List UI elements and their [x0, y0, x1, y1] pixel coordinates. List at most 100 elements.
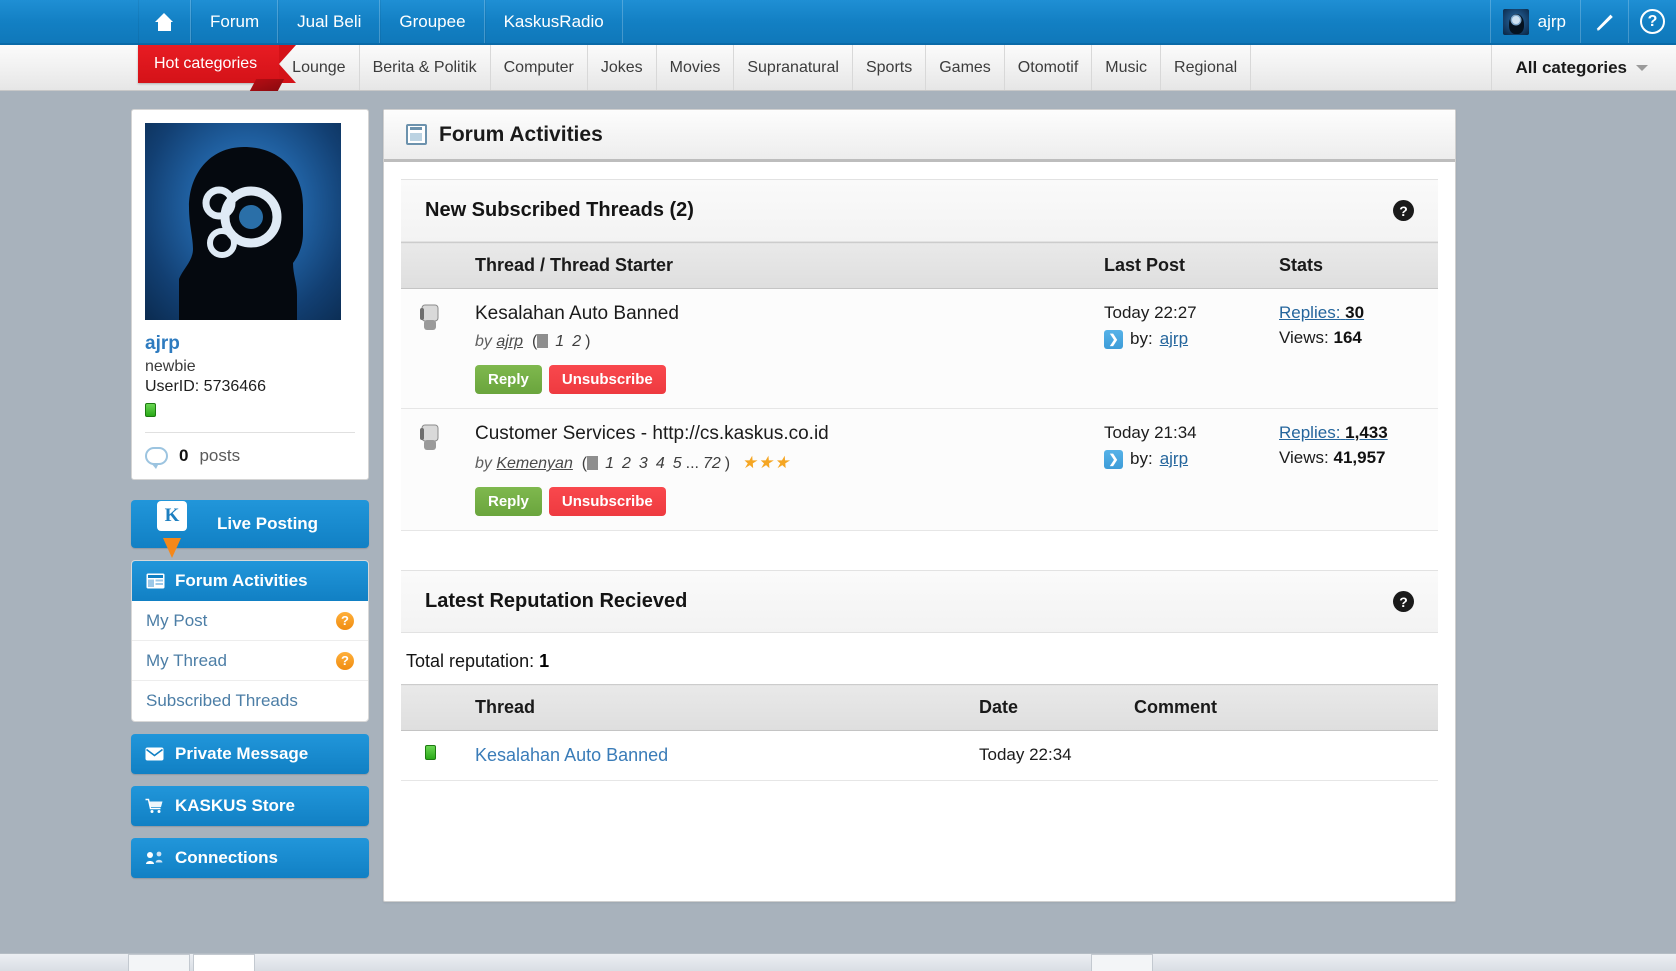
thread-starter-link[interactable]: ajrp [496, 333, 523, 350]
category-berita-politik[interactable]: Berita & Politik [360, 45, 491, 90]
category-otomotif[interactable]: Otomotif [1005, 45, 1093, 90]
unsubscribe-button[interactable]: Unsubscribe [548, 365, 666, 394]
last-post-author-link[interactable]: ajrp [1160, 329, 1188, 349]
avatar-silhouette-icon [179, 147, 303, 320]
page-link-1[interactable]: 1 [601, 455, 618, 472]
thread-title-link[interactable]: Kesalahan Auto Banned [475, 303, 1072, 325]
thread-title-link[interactable]: Customer Services - http://cs.kaskus.co.… [475, 423, 1072, 445]
head-with-gears-avatar[interactable] [145, 123, 341, 320]
page-link-last[interactable]: 72 [699, 455, 725, 472]
replies-row: Replies: 1,433 [1279, 423, 1422, 443]
thread-info-cell: Kesalahan Auto Banned by ajrp (1 2) Reply [459, 288, 1088, 409]
profile-username[interactable]: ajrp [145, 333, 355, 355]
category-regional[interactable]: Regional [1161, 45, 1252, 90]
forum-activities-panel: Forum Activities New Subscribed Threads … [383, 109, 1456, 902]
thread-byline: by Kemenyan (1 2 3 4 5... 72) ★★★ [475, 453, 1072, 473]
category-games[interactable]: Games [926, 45, 1005, 90]
taskbar-spacer [258, 954, 1088, 971]
shopping-cart-icon [145, 798, 163, 813]
page-link-2[interactable]: 2 [618, 455, 635, 472]
rep-comment-cell [1118, 730, 1438, 781]
replies-row: Replies: 30 [1279, 303, 1422, 323]
chevron-down-icon [1636, 64, 1648, 71]
category-music[interactable]: Music [1092, 45, 1162, 90]
category-movies[interactable]: Movies [657, 45, 735, 90]
category-jokes[interactable]: Jokes [588, 45, 657, 90]
col-stats: Stats [1263, 242, 1438, 289]
all-categories-dropdown[interactable]: All categories [1490, 45, 1676, 90]
goto-last-post-icon[interactable]: ❯ [1104, 329, 1123, 349]
thread-status-icon [420, 424, 439, 450]
stats-cell: Replies: 30 Views: 164 [1263, 288, 1438, 409]
top-nav-forum[interactable]: Forum [191, 0, 279, 43]
help-button[interactable]: ? [1628, 0, 1676, 43]
col-last-post: Last Post [1088, 242, 1263, 289]
page-link-2[interactable]: 2 [568, 333, 585, 350]
user-menu-button[interactable]: ajrp [1489, 0, 1580, 43]
replies-link[interactable]: Replies: 1,433 [1279, 423, 1388, 442]
col-rep-date: Date [963, 684, 1118, 731]
kaskus-balloon-icon: K [141, 486, 203, 558]
category-sports[interactable]: Sports [853, 45, 927, 90]
category-supranatural[interactable]: Supranatural [734, 45, 853, 90]
subscribed-help-icon[interactable]: ? [1393, 200, 1414, 221]
sidebar-item-kaskus-store[interactable]: KASKUS Store [131, 786, 369, 826]
page-body: ajrp newbie UserID: 5736466 0 posts K Li… [0, 91, 1676, 902]
rep-chip-cell [401, 730, 459, 781]
reputation-help-icon[interactable]: ? [1393, 591, 1414, 612]
views-count: 164 [1333, 328, 1362, 347]
pencil-icon [1596, 14, 1613, 31]
compose-button[interactable] [1580, 0, 1628, 43]
top-nav-kaskusradio[interactable]: KaskusRadio [484, 0, 623, 43]
taskbar-item-2[interactable] [193, 954, 255, 971]
taskbar-item-3[interactable] [1091, 954, 1153, 971]
taskbar-item-1[interactable] [128, 954, 190, 971]
home-button[interactable] [138, 0, 191, 43]
thread-actions: Reply Unsubscribe [475, 365, 1072, 394]
sidebar-item-my-thread[interactable]: My Thread ? [132, 641, 368, 681]
goto-last-post-icon[interactable]: ❯ [1104, 449, 1123, 469]
total-reputation-label: Total reputation: [406, 651, 535, 671]
replies-link[interactable]: Replies: 30 [1279, 303, 1364, 322]
category-computer[interactable]: Computer [491, 45, 588, 90]
question-mark-icon: ? [1640, 9, 1665, 34]
page-link-5[interactable]: 5 [669, 455, 686, 472]
connections-label: Connections [175, 848, 278, 867]
sidebar-item-private-message[interactable]: Private Message [131, 734, 369, 774]
profile-posts-row: 0 posts [145, 432, 355, 479]
profile-userid: UserID: 5736466 [145, 378, 266, 395]
sidebar-item-my-post[interactable]: My Post ? [132, 601, 368, 641]
my-post-help-badge-icon[interactable]: ? [336, 611, 354, 630]
thread-status-icon [420, 304, 439, 330]
last-post-by-label: by: [1130, 329, 1153, 348]
last-post-by-label: by: [1130, 449, 1153, 468]
top-nav-jual-beli[interactable]: Jual Beli [278, 0, 381, 43]
table-row: Kesalahan Auto Banned by ajrp (1 2) Reply [401, 288, 1438, 409]
page-link-3[interactable]: 3 [635, 455, 652, 472]
sidebar-item-subscribed-threads[interactable]: Subscribed Threads [132, 681, 368, 721]
reputation-title: Latest Reputation Recieved [425, 590, 688, 612]
hot-categories-label: Hot categories [154, 55, 258, 72]
col-icon [401, 242, 459, 289]
unsubscribe-button[interactable]: Unsubscribe [548, 487, 666, 516]
sidebar-item-live-posting[interactable]: K Live Posting [131, 500, 369, 558]
my-thread-help-badge-icon[interactable]: ? [336, 651, 354, 670]
sidebar-group-forum-activities: Forum Activities My Post ? My Thread ? S… [131, 560, 369, 722]
reputation-thread-link[interactable]: Kesalahan Auto Banned [475, 745, 668, 765]
tab-hot-categories[interactable]: Hot categories [138, 45, 297, 91]
col-rep-thread: Thread [459, 684, 963, 731]
profile-rank: newbie [145, 358, 196, 375]
thread-starter-link[interactable]: Kemenyan [496, 455, 573, 472]
page-link-4[interactable]: 4 [652, 455, 669, 472]
sidebar-item-forum-activities[interactable]: Forum Activities [132, 561, 368, 601]
last-post-author-link[interactable]: ajrp [1160, 449, 1188, 469]
page-link-1[interactable]: 1 [551, 333, 568, 350]
sidebar-item-connections[interactable]: Connections [131, 838, 369, 878]
reply-button[interactable]: Reply [475, 365, 542, 394]
pages-ellipsis: ... [685, 455, 699, 472]
panel-header: Forum Activities [384, 110, 1455, 162]
top-nav-groupee[interactable]: Groupee [380, 0, 485, 43]
reply-button[interactable]: Reply [475, 487, 542, 516]
green-reputation-chip [424, 745, 436, 760]
